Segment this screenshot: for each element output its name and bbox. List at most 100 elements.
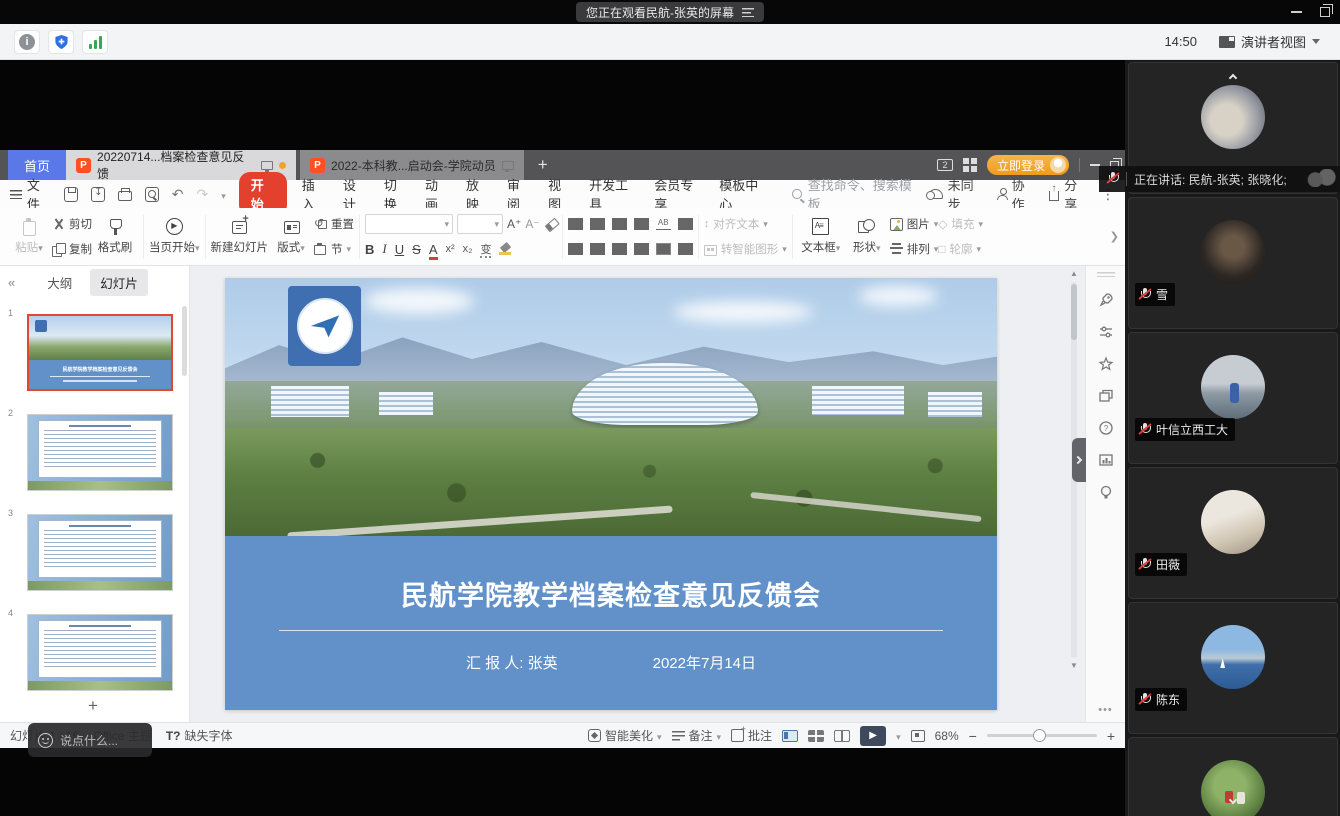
properties-icon[interactable]: [1097, 323, 1115, 341]
minimize-button[interactable]: [1291, 11, 1302, 13]
add-slide-button[interactable]: +: [88, 696, 98, 716]
participant-tile-4[interactable]: 田薇: [1128, 467, 1338, 599]
restore-button[interactable]: [1320, 7, 1330, 17]
redo-icon[interactable]: [196, 186, 208, 203]
panel-collapse-icon[interactable]: «: [8, 275, 15, 290]
participant-tile-3[interactable]: 叶信立西工大: [1128, 332, 1338, 464]
participant-tile-2[interactable]: 雪: [1128, 197, 1338, 329]
font-size-select[interactable]: [457, 214, 503, 234]
shapes-button[interactable]: 形状: [844, 211, 890, 263]
strikethrough-icon[interactable]: [412, 242, 421, 257]
network-quality-button[interactable]: [82, 30, 108, 54]
chevron-down-icon[interactable]: [1230, 790, 1236, 808]
play-from-current-button[interactable]: 当页开始: [149, 211, 200, 263]
bold-icon[interactable]: [365, 242, 374, 257]
find-icon[interactable]: [145, 187, 159, 202]
cut-button[interactable]: 剪切: [52, 214, 92, 234]
beautify-button[interactable]: 智能美化: [588, 727, 662, 744]
line-spacing-icon[interactable]: [678, 218, 693, 230]
meeting-info-button[interactable]: i: [14, 30, 40, 54]
increase-font-icon[interactable]: [507, 217, 521, 231]
highlight-icon[interactable]: [499, 243, 512, 256]
zoom-out-button[interactable]: −: [969, 728, 977, 744]
paragraph-spacing-icon[interactable]: [678, 243, 693, 255]
panel-scrollbar[interactable]: [182, 306, 187, 376]
zoom-level[interactable]: 68%: [935, 729, 959, 743]
outline-button[interactable]: 轮廓: [938, 239, 983, 259]
export-icon[interactable]: [91, 187, 105, 202]
layout-button[interactable]: 版式: [268, 211, 314, 263]
ribbon-scroll-icon[interactable]: ❯: [1110, 230, 1119, 243]
font-name-select[interactable]: [365, 214, 453, 234]
current-slide[interactable]: 民航学院教学档案检查意见反馈会 汇 报 人: 张英 2022年7月14日: [225, 278, 997, 710]
integrated-mode-icon[interactable]: 2: [937, 159, 953, 171]
slide-thumbnail-4[interactable]: [27, 614, 173, 691]
decrease-font-icon[interactable]: [525, 217, 539, 231]
increase-indent-icon[interactable]: [634, 218, 649, 230]
align-left-icon[interactable]: [568, 243, 583, 255]
scroll-up-icon[interactable]: ▲: [1070, 270, 1078, 278]
numbering-icon[interactable]: [590, 218, 605, 230]
bullets-icon[interactable]: [568, 218, 583, 230]
reset-button[interactable]: 重置: [314, 214, 354, 234]
normal-view-button[interactable]: [782, 730, 798, 742]
login-button[interactable]: 立即登录: [987, 155, 1069, 175]
justify-icon[interactable]: [634, 243, 649, 255]
tab-outline[interactable]: 大纲: [37, 269, 82, 296]
quickbar-caret-icon[interactable]: [221, 187, 226, 202]
play-options-icon[interactable]: [896, 729, 901, 743]
drag-handle-icon[interactable]: [1097, 272, 1115, 277]
format-painter-button[interactable]: 格式刷: [92, 211, 138, 263]
subscript-icon[interactable]: [463, 243, 473, 255]
arrange-button[interactable]: 排列: [890, 239, 939, 259]
slide-thumbnail-3[interactable]: [27, 514, 173, 591]
italic-icon[interactable]: [382, 241, 386, 257]
more-tools-icon[interactable]: •••: [1086, 704, 1125, 716]
new-tab-button[interactable]: +: [538, 155, 548, 175]
tab-slides[interactable]: 幻灯片: [90, 269, 148, 296]
window-switch-icon[interactable]: [1097, 387, 1115, 405]
help-icon[interactable]: ?: [1097, 419, 1115, 437]
text-direction-icon[interactable]: [656, 218, 671, 230]
play-slideshow-button[interactable]: ▶: [860, 726, 886, 746]
emoji-icon[interactable]: [38, 733, 53, 748]
notes-button[interactable]: 备注: [672, 727, 722, 744]
align-center-icon[interactable]: [590, 243, 605, 255]
chevron-up-icon[interactable]: [1230, 68, 1236, 86]
zoom-slider[interactable]: [987, 734, 1097, 737]
new-slide-button[interactable]: 新建幻灯片: [211, 211, 269, 263]
fill-button[interactable]: 填充: [938, 214, 983, 234]
security-button[interactable]: [48, 30, 74, 54]
picture-button[interactable]: 图片: [890, 214, 939, 234]
smart-graphic-button[interactable]: 转智能图形: [704, 239, 787, 259]
phonetic-guide-icon[interactable]: [480, 241, 491, 257]
underline-icon[interactable]: [395, 242, 404, 257]
align-right-icon[interactable]: [612, 243, 627, 255]
section-button[interactable]: 节: [314, 239, 354, 259]
chat-quick-input[interactable]: 说点什么...: [28, 723, 152, 757]
zoom-knob[interactable]: [1033, 729, 1046, 742]
missing-font-warning[interactable]: 缺失字体: [166, 727, 233, 744]
copy-button[interactable]: 复制: [52, 239, 92, 259]
pill-menu-icon[interactable]: [742, 8, 754, 17]
distribute-icon[interactable]: [656, 243, 671, 255]
watching-pill[interactable]: 您正在观看民航-张英的屏幕: [576, 2, 764, 22]
scroll-down-icon[interactable]: ▼: [1070, 662, 1078, 670]
font-color-icon[interactable]: [429, 242, 438, 257]
chart-tools-icon[interactable]: [1097, 451, 1115, 469]
paste-button[interactable]: 粘贴: [6, 211, 52, 263]
fit-window-icon[interactable]: [911, 730, 925, 742]
idea-icon[interactable]: [1097, 483, 1115, 501]
print-icon[interactable]: [118, 191, 132, 201]
save-icon[interactable]: [64, 187, 78, 202]
effects-icon[interactable]: [1097, 355, 1115, 373]
quick-tools-icon[interactable]: [1097, 291, 1115, 309]
zoom-in-button[interactable]: +: [1107, 728, 1115, 744]
participant-tile-5[interactable]: 陈东: [1128, 602, 1338, 734]
slide-thumbnail-2[interactable]: [27, 414, 173, 491]
text-box-button[interactable]: 文本框: [798, 211, 844, 263]
expand-panel-tab[interactable]: [1072, 438, 1086, 482]
slide-thumbnail-1[interactable]: 民航学院教学档案检查意见反馈会: [27, 314, 173, 391]
undo-icon[interactable]: [172, 186, 184, 203]
align-text-button[interactable]: 对齐文本: [704, 214, 787, 234]
